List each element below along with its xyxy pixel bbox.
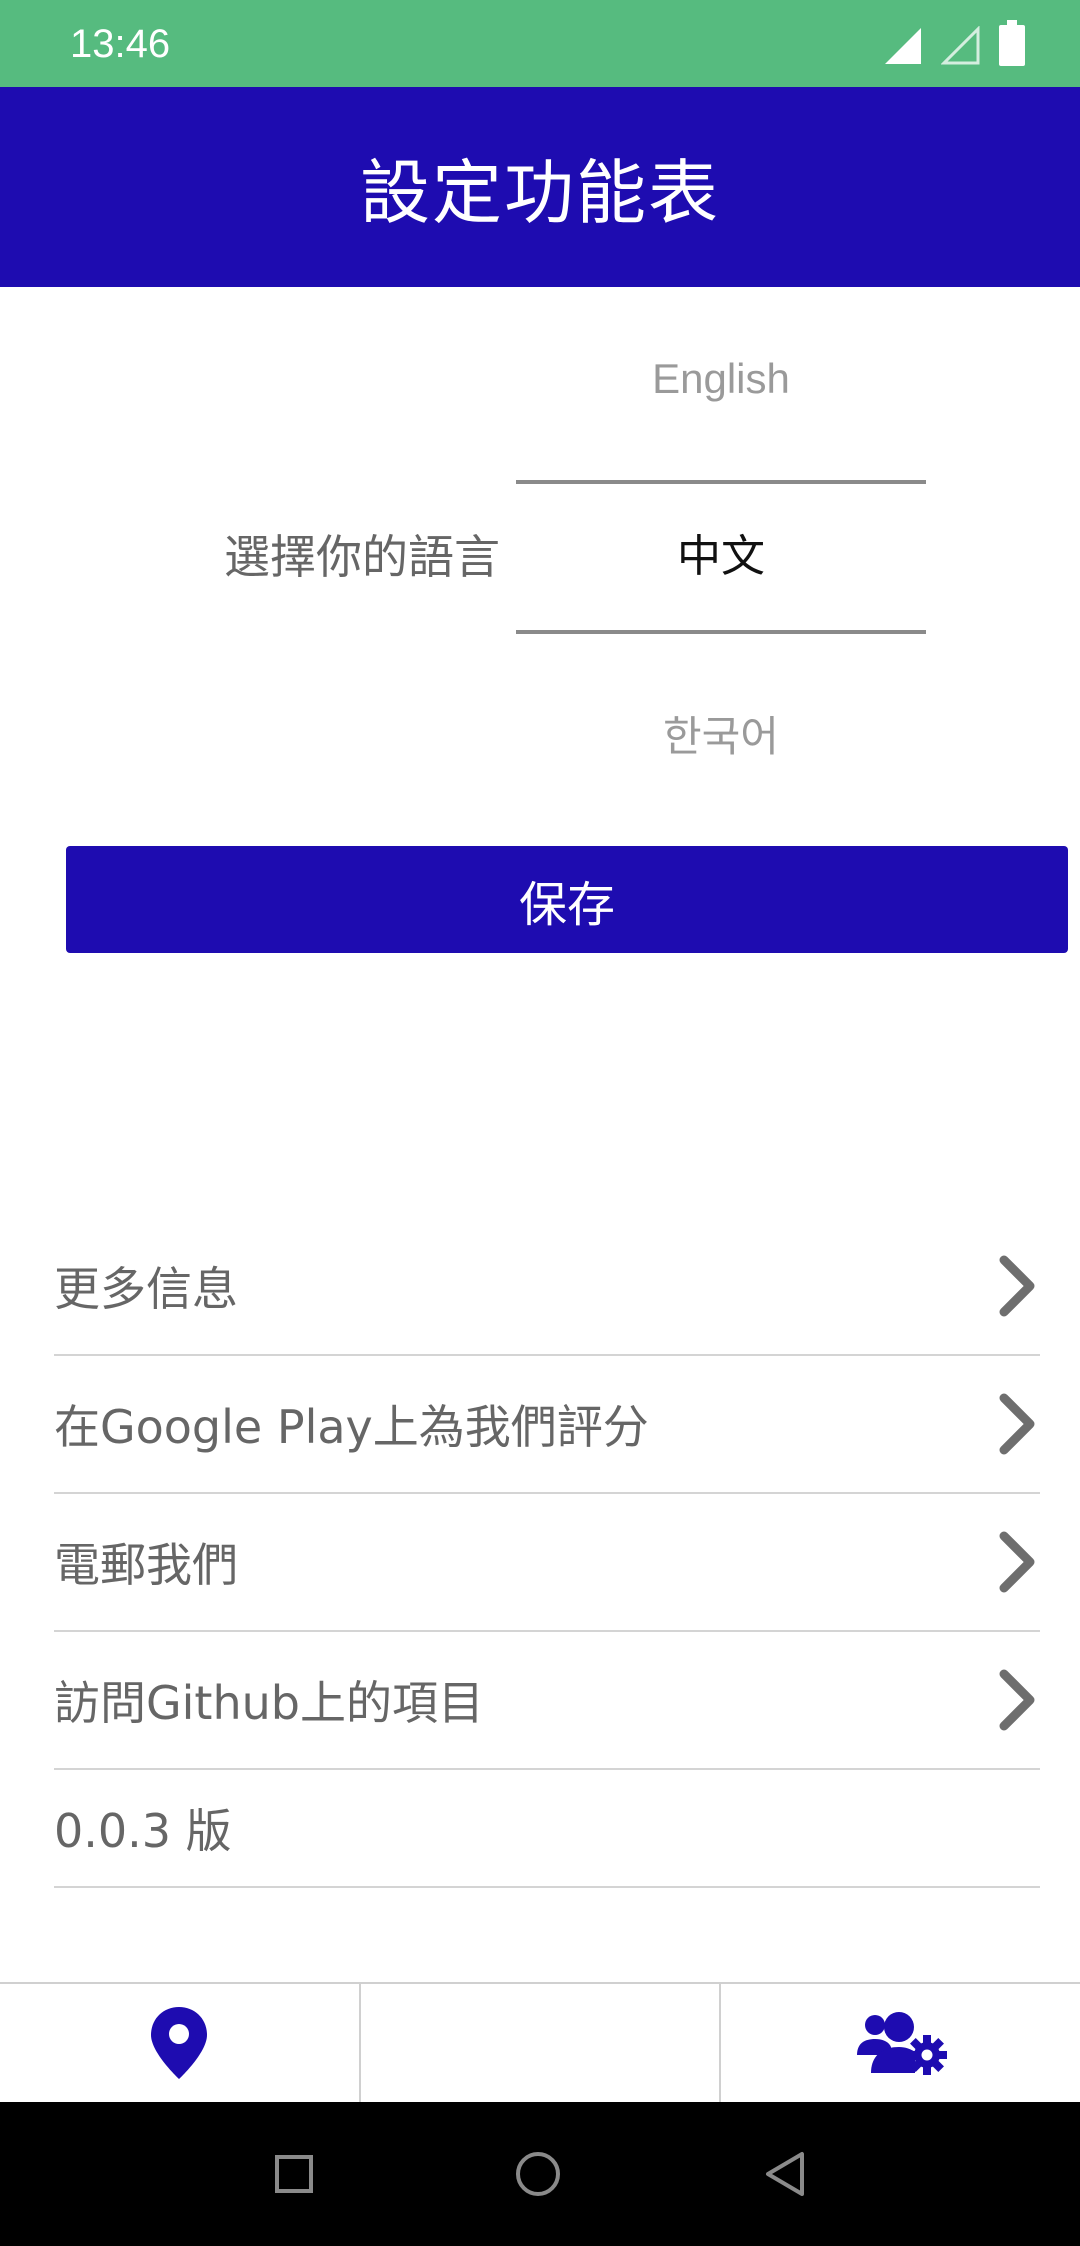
recents-square-icon[interactable] xyxy=(274,2154,314,2194)
menu-item-rate-google-play[interactable]: 在Google Play上為我們評分 xyxy=(54,1356,1040,1494)
users-settings-icon xyxy=(856,2012,947,2075)
chevron-right-icon xyxy=(999,1669,1035,1731)
menu-item-label: 電郵我們 xyxy=(54,1538,238,1592)
language-option-korean[interactable]: 한국어 xyxy=(516,702,926,772)
menu-item-version: 0.0.3 版 xyxy=(54,1770,1040,1888)
map-pin-icon xyxy=(151,2007,208,2079)
chevron-right-icon xyxy=(999,1531,1035,1593)
app-bar: 設定功能表 xyxy=(0,87,1080,287)
nav-tab-middle[interactable] xyxy=(361,1984,722,2102)
language-label: 選擇你的語言 xyxy=(224,530,500,584)
page-title: 設定功能表 xyxy=(360,151,720,234)
menu-item-more-info[interactable]: 更多信息 xyxy=(54,1218,1040,1356)
language-option-chinese[interactable]: 中文 xyxy=(516,522,926,592)
menu-item-github[interactable]: 訪問Github上的項目 xyxy=(54,1632,1040,1770)
save-button[interactable]: 保存 xyxy=(66,846,1068,953)
menu-item-label: 在Google Play上為我們評分 xyxy=(54,1400,649,1454)
picker-divider-top xyxy=(516,480,926,484)
battery-icon xyxy=(999,20,1025,66)
menu-item-email-us[interactable]: 電郵我們 xyxy=(54,1494,1040,1632)
menu-item-label: 更多信息 xyxy=(54,1262,238,1316)
signal-empty-icon xyxy=(941,26,980,65)
status-time: 13:46 xyxy=(70,22,171,66)
bottom-nav xyxy=(0,1982,1080,2102)
status-icons xyxy=(883,20,1025,66)
nav-tab-map[interactable] xyxy=(0,1984,361,2102)
signal-icon xyxy=(885,28,921,64)
picker-divider-bottom xyxy=(516,630,926,634)
version-label: 0.0.3 版 xyxy=(54,1804,232,1858)
chevron-right-icon xyxy=(999,1393,1035,1455)
chevron-right-icon xyxy=(999,1255,1035,1317)
back-triangle-icon[interactable] xyxy=(762,2150,806,2198)
home-circle-icon[interactable] xyxy=(514,2150,562,2198)
language-option-english[interactable]: English xyxy=(516,344,926,414)
status-bar: 13:46 xyxy=(0,0,1080,87)
menu-item-label: 訪問Github上的項目 xyxy=(54,1676,484,1730)
nav-tab-settings[interactable] xyxy=(721,1984,1080,2102)
system-nav-bar xyxy=(0,2102,1080,2246)
